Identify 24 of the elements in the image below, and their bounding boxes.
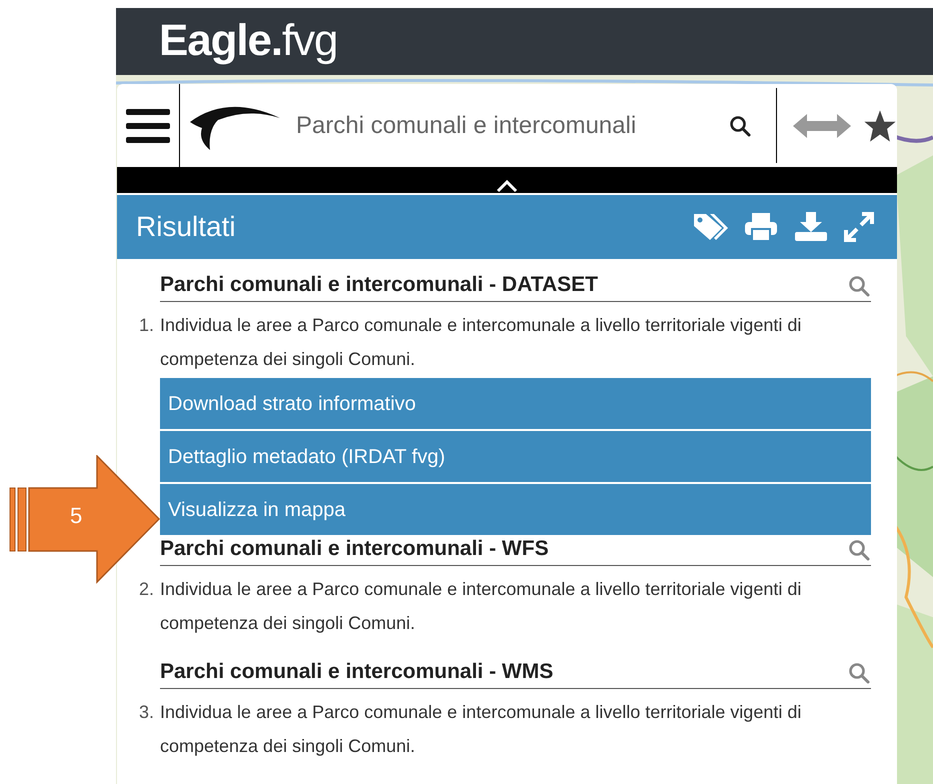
search-input[interactable]: Parchi comunali e intercomunali [296,108,728,144]
caret-up-icon [496,179,518,193]
callout-number: 5 [70,505,82,527]
result-description: Individua le aree a Parco comunale e intercomunale a livello territoriale vigenti di competenza dei singoli Comuni. [160,578,802,635]
result-description: Individua le aree a Parco comunale e intercomunale a livello territoriale vigenti di competenza dei singoli Comuni. [160,314,802,371]
result-description: Individua le aree a Parco comunale e intercomunale a livello territoriale vigenti di competenza dei singoli Comuni. [160,701,802,758]
result-title[interactable]: Parchi comunali e intercomunali - WMS [160,658,554,686]
result-action-link[interactable]: Download strato informativo [160,378,871,429]
result-number: 1. [138,314,155,337]
result-title[interactable]: Parchi comunali e intercomunali - WFS [160,535,549,563]
search-field[interactable]: Parchi comunali e intercomunali [296,84,776,167]
result-number: 2. [138,578,155,601]
search-icon[interactable] [728,114,752,138]
result-action-link[interactable]: Dettaglio metadato (IRDAT fvg) [160,431,871,482]
result-number: 3. [138,701,155,724]
print-icon[interactable] [744,212,778,242]
result-action-link[interactable]: Visualizza in mappa [160,484,871,535]
results-title: Risultati [136,210,237,244]
expand-icon[interactable] [844,212,874,242]
logo: Eagle.fvg [159,19,338,64]
star-icon[interactable] [863,108,897,142]
tags-icon[interactable] [692,212,728,242]
result-title[interactable]: Parchi comunali e intercomunali - DATASET [160,271,598,299]
download-icon[interactable] [794,212,828,242]
